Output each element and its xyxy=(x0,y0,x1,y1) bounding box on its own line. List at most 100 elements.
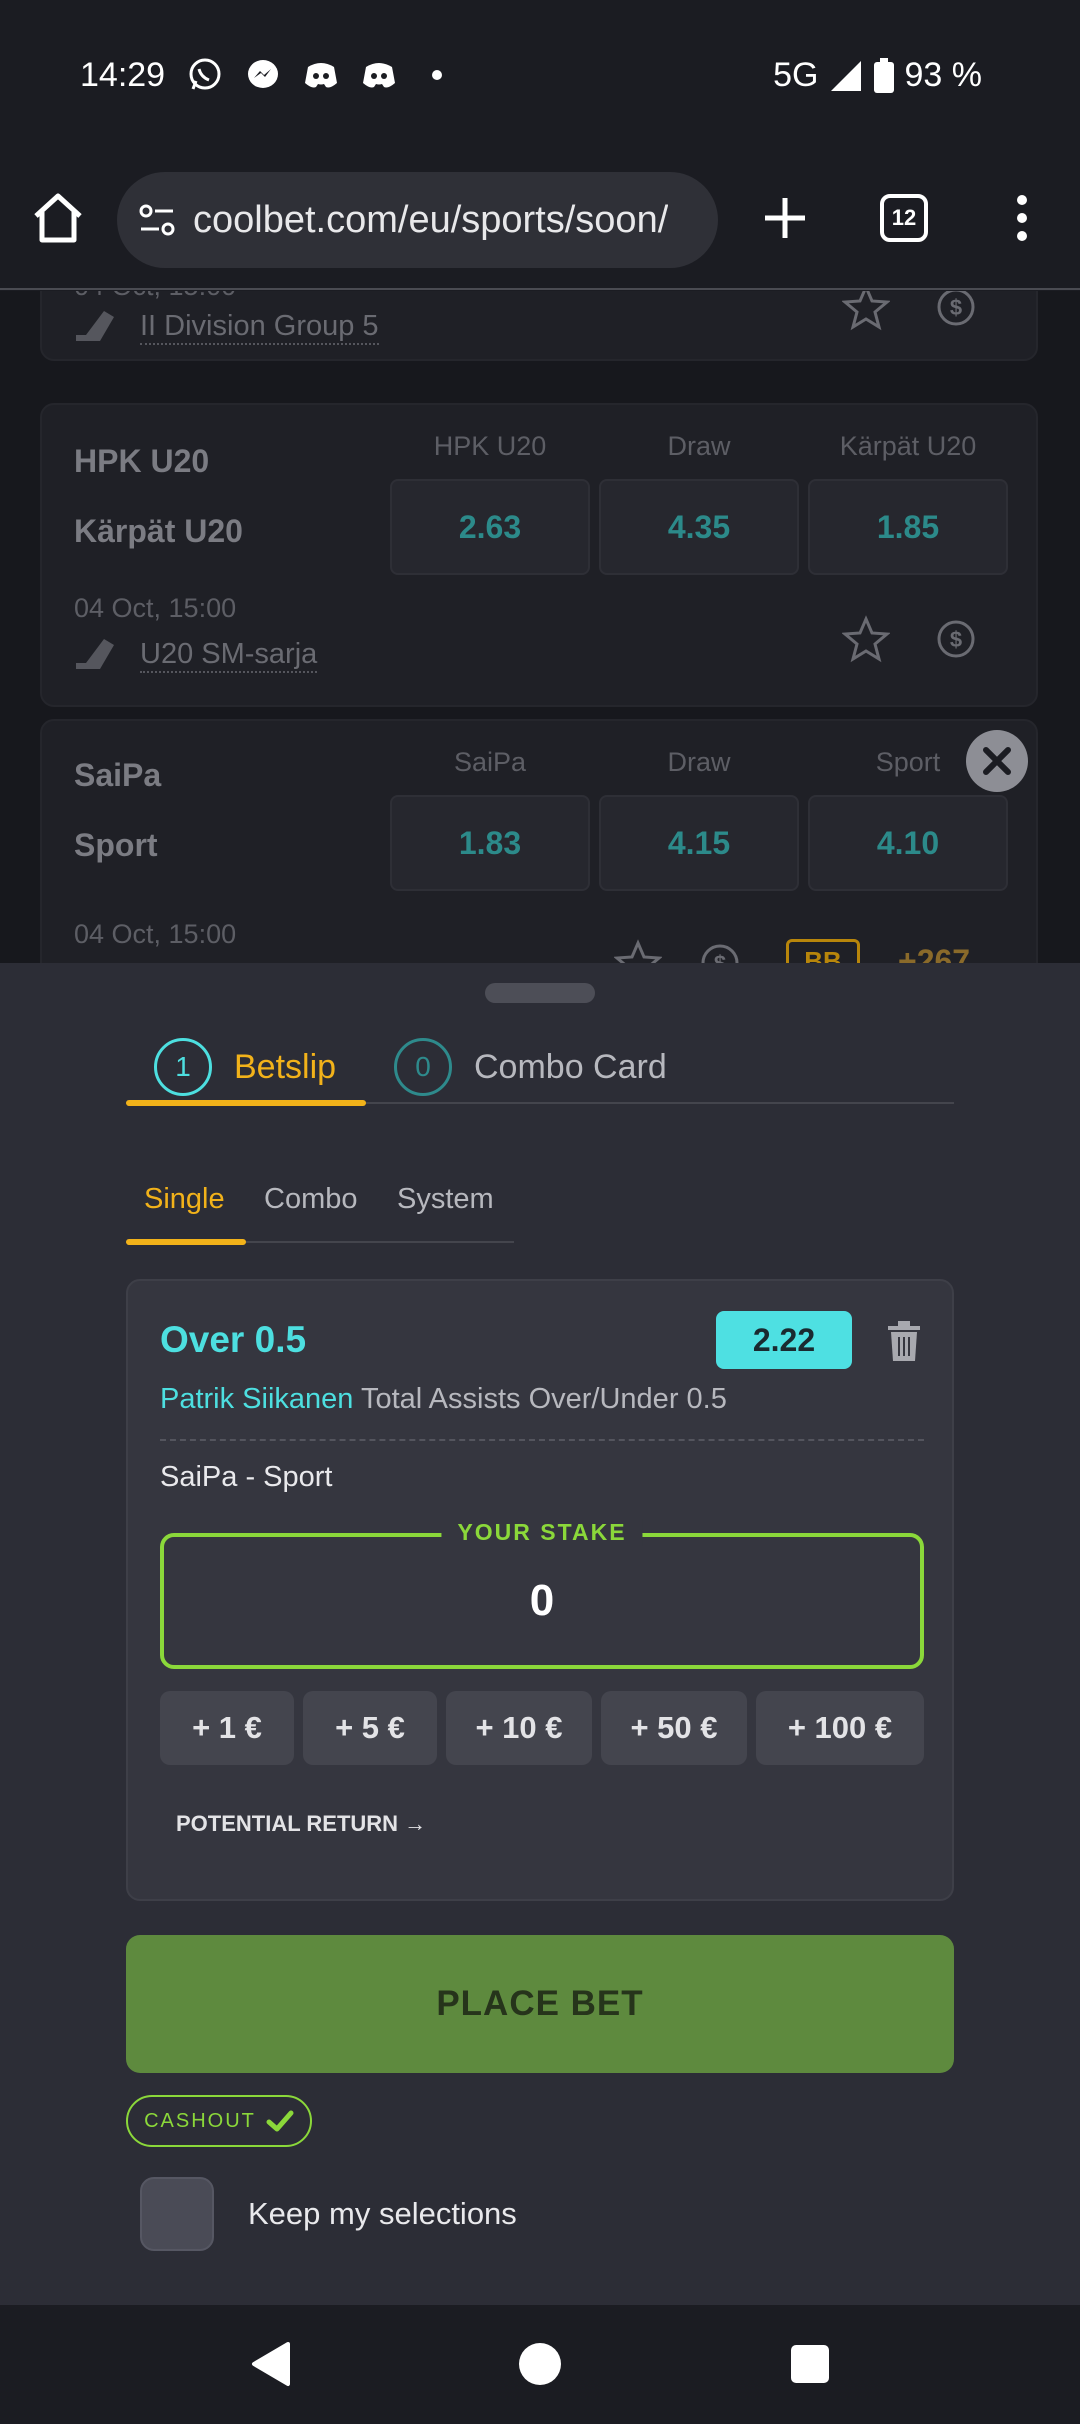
signal-icon xyxy=(830,60,861,91)
tab-system[interactable]: System xyxy=(397,1183,494,1216)
browser-toolbar: coolbet.com/eu/sports/soon/ 12 xyxy=(0,150,1080,290)
notification-icons xyxy=(186,56,456,94)
recents-icon[interactable] xyxy=(790,2344,830,2384)
bet-builder-badge[interactable]: BB xyxy=(786,939,860,966)
network-label: 5G xyxy=(773,56,819,94)
system-navigation-bar xyxy=(0,2305,1080,2424)
event-league[interactable]: U20 SM-sarja xyxy=(74,637,318,673)
team-home: SaiPa xyxy=(74,757,162,793)
battery-icon xyxy=(873,57,894,93)
keep-selections-checkbox[interactable] xyxy=(140,2177,214,2251)
cashout-badge: CASHOUT xyxy=(126,2095,312,2147)
cashout-icon: $ xyxy=(701,944,739,966)
new-tab-icon[interactable] xyxy=(757,190,813,246)
quick-stake-50-button[interactable]: + 50 € xyxy=(601,1691,747,1765)
home-nav-icon[interactable] xyxy=(518,2342,562,2386)
svg-text:$: $ xyxy=(950,295,962,320)
quick-stake-row: + 1 € + 5 € + 10 € + 50 € + 100 € xyxy=(160,1691,924,1765)
keep-selections-label[interactable]: Keep my selections xyxy=(248,2196,517,2232)
battery-label: 93 % xyxy=(904,56,983,94)
favorite-star-icon[interactable] xyxy=(842,291,890,331)
home-icon[interactable] xyxy=(30,190,86,246)
match-name: SaiPa - Sport xyxy=(160,1461,333,1493)
team-away: Kärpät U20 xyxy=(74,513,243,549)
divider xyxy=(160,1439,924,1441)
odds-button-home[interactable]: 1.83 xyxy=(390,795,590,891)
url-bar[interactable]: coolbet.com/eu/sports/soon/ xyxy=(117,172,718,268)
trash-icon[interactable] xyxy=(884,1319,924,1363)
place-bet-button[interactable]: PLACE BET xyxy=(126,1935,954,2073)
hockey-stick-icon xyxy=(76,639,114,669)
event-card: SaiPa Sport SaiPa Draw Sport 1.83 4.15 4… xyxy=(40,719,1038,966)
quick-stake-10-button[interactable]: + 10 € xyxy=(446,1691,592,1765)
close-event-icon[interactable] xyxy=(966,730,1028,792)
active-subtab-indicator xyxy=(126,1239,246,1245)
discord-icon xyxy=(302,56,340,94)
cashout-label: CASHOUT xyxy=(144,2109,256,2132)
cashout-icon: $ xyxy=(937,620,975,658)
sheet-drag-handle[interactable] xyxy=(485,983,595,1003)
col-home: SaiPa xyxy=(453,747,527,777)
whatsapp-icon xyxy=(186,56,224,94)
betslip-sheet: 1 Betslip 0 Combo Card Single Combo Syst… xyxy=(0,963,1080,2305)
messenger-icon xyxy=(244,56,282,94)
tab-combo-card[interactable]: 0 Combo Card xyxy=(394,1038,667,1096)
quick-stake-100-button[interactable]: + 100 € xyxy=(756,1691,924,1765)
selection-title: Over 0.5 xyxy=(160,1319,307,1360)
betslip-tabs: 1 Betslip 0 Combo Card xyxy=(126,1038,954,1106)
team-home: HPK U20 xyxy=(74,443,210,479)
player-name[interactable]: Patrik Siikanen xyxy=(160,1383,353,1415)
combo-card-count: 0 xyxy=(394,1038,452,1096)
url-text[interactable]: coolbet.com/eu/sports/soon/ xyxy=(193,199,668,242)
more-options-icon[interactable] xyxy=(1004,190,1040,246)
status-time: 14:29 xyxy=(80,56,166,94)
selection-market: Patrik Siikanen Total Assists Over/Under… xyxy=(160,1383,727,1416)
event-date: 04 Oct, 15:00 xyxy=(74,291,236,302)
status-right: 5G 93 % xyxy=(773,56,982,95)
events-list: 04 Oct, 15:00 II Division Group 5 $ HPK … xyxy=(0,291,1080,966)
col-away: Kärpät U20 xyxy=(839,431,977,461)
checkmark-icon xyxy=(266,2110,294,2132)
stake-label: YOUR STAKE xyxy=(441,1519,643,1546)
selection-odds: 2.22 xyxy=(716,1311,852,1369)
favorite-star-icon[interactable] xyxy=(842,615,890,663)
site-settings-icon[interactable] xyxy=(137,203,177,237)
event-league[interactable]: II Division Group 5 xyxy=(74,309,379,345)
col-home: HPK U20 xyxy=(433,431,547,461)
odds-button-draw[interactable]: 4.15 xyxy=(599,795,799,891)
hockey-stick-icon xyxy=(76,311,114,341)
tab-betslip[interactable]: 1 Betslip xyxy=(154,1038,336,1096)
status-bar: 14:29 5G 93 % xyxy=(0,0,1080,150)
col-draw: Draw xyxy=(667,747,731,777)
cashout-icon: $ xyxy=(937,291,975,326)
tab-betslip-label: Betslip xyxy=(234,1047,337,1086)
tab-combo-card-label: Combo Card xyxy=(474,1047,667,1086)
tab-combo[interactable]: Combo xyxy=(264,1183,358,1216)
event-date: 04 Oct, 15:00 xyxy=(74,593,237,623)
tab-switcher-button[interactable]: 12 xyxy=(880,194,928,242)
odds-button-home[interactable]: 2.63 xyxy=(390,479,590,575)
odds-button-draw[interactable]: 4.35 xyxy=(599,479,799,575)
quick-stake-1-button[interactable]: + 1 € xyxy=(160,1691,294,1765)
event-card: HPK U20 Kärpät U20 HPK U20 Draw Kärpät U… xyxy=(40,403,1038,707)
potential-return: POTENTIAL RETURN → xyxy=(176,1811,427,1836)
col-draw: Draw xyxy=(667,431,731,461)
odds-button-away[interactable]: 1.85 xyxy=(808,479,1008,575)
quick-stake-5-button[interactable]: + 5 € xyxy=(303,1691,437,1765)
stake-input[interactable]: YOUR STAKE 0 xyxy=(160,1519,924,1669)
event-card-partial[interactable]: 04 Oct, 15:00 II Division Group 5 $ xyxy=(40,291,1038,361)
back-icon[interactable] xyxy=(250,2341,292,2387)
event-date: 04 Oct, 15:00 xyxy=(74,919,237,949)
discord-icon-2 xyxy=(360,56,398,94)
bet-type-tabs: Single Combo System xyxy=(126,1173,514,1245)
tab-single[interactable]: Single xyxy=(144,1183,225,1216)
svg-text:$: $ xyxy=(950,627,962,652)
stake-value[interactable]: 0 xyxy=(530,1576,554,1626)
betslip-count: 1 xyxy=(154,1038,212,1096)
active-tab-indicator xyxy=(126,1100,366,1106)
favorite-star-icon[interactable] xyxy=(614,939,662,966)
odds-button-away[interactable]: 4.10 xyxy=(808,795,1008,891)
keep-selections-row[interactable]: Keep my selections xyxy=(140,2177,517,2251)
market-name: Total Assists Over/Under 0.5 xyxy=(353,1383,727,1415)
team-away: Sport xyxy=(74,827,158,863)
